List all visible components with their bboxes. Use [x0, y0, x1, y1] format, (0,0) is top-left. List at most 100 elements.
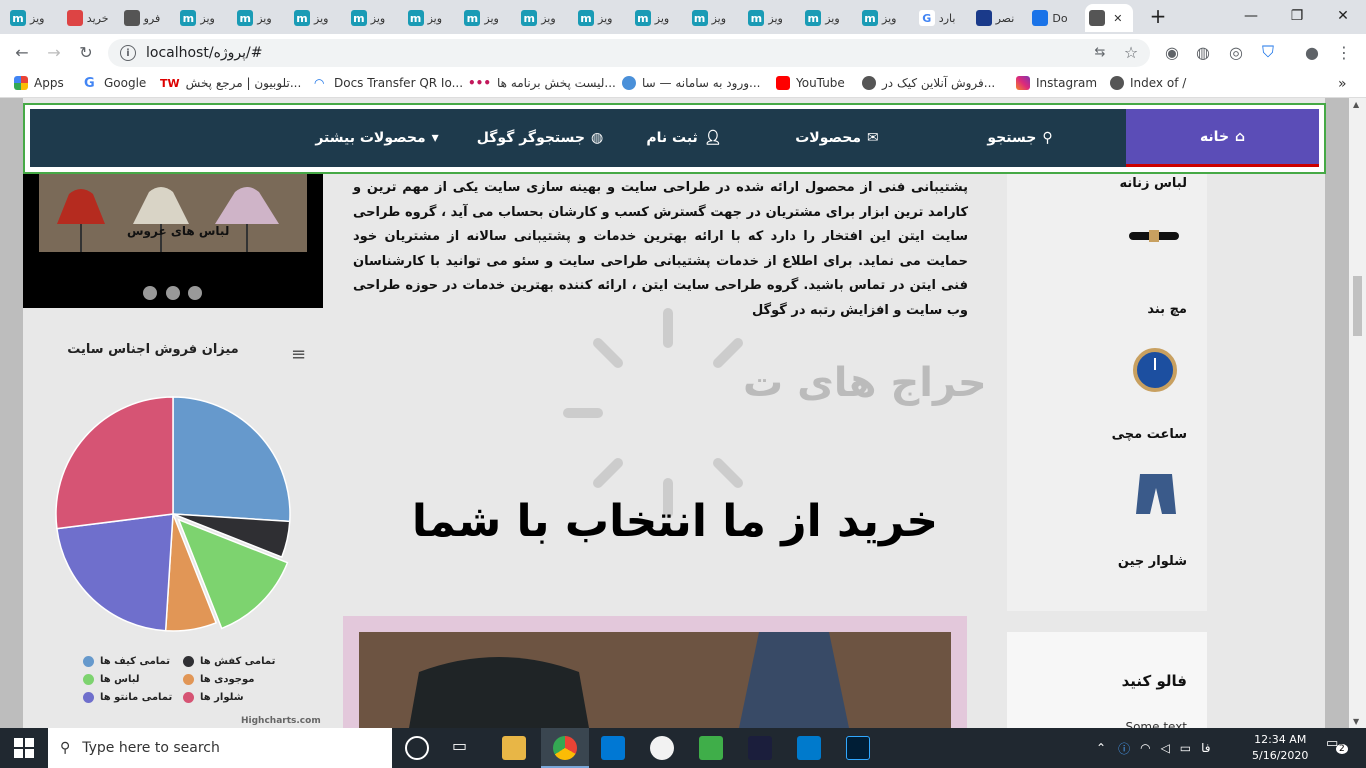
browser-tab[interactable]: m ویز: [517, 4, 571, 32]
nav-home[interactable]: خانه ⌂: [1126, 109, 1319, 167]
maximize-button[interactable]: ❐: [1274, 0, 1320, 32]
volume-icon[interactable]: ◁: [1161, 741, 1170, 755]
mail-icon[interactable]: [601, 736, 625, 760]
slider-dot-2[interactable]: [166, 286, 180, 300]
bookmark-google[interactable]: G Google: [84, 76, 146, 91]
bookmark-login[interactable]: ورود به سامانه — سا...: [622, 76, 761, 90]
bookmark-telewebion[interactable]: TW تلوبیون | مرجع پخش...: [160, 76, 301, 90]
browser-tab[interactable]: m ویز: [688, 4, 742, 32]
browser-tab[interactable]: m ویز: [176, 4, 230, 32]
reload-button[interactable]: ↻: [74, 40, 98, 64]
bookmark-index[interactable]: Index of /: [1110, 76, 1186, 90]
slider-dot-1[interactable]: [143, 286, 157, 300]
browser-tab[interactable]: m ویز: [574, 4, 628, 32]
bookmark-cake-shop[interactable]: فروش آنلاین کیک در...: [862, 76, 995, 90]
photoshop-icon[interactable]: [846, 736, 870, 760]
back-button[interactable]: ←: [10, 40, 34, 64]
nav-google-search[interactable]: جستجوگر گوگل ◍: [470, 109, 610, 167]
extension-icon[interactable]: ◉: [1160, 40, 1184, 64]
watch-image[interactable]: [1129, 344, 1181, 396]
shield-icon[interactable]: ⛉: [1256, 40, 1280, 64]
browser-tab[interactable]: m ویز: [801, 4, 855, 32]
wifi-icon[interactable]: ◠: [1140, 741, 1150, 755]
info-icon[interactable]: i: [120, 45, 136, 61]
legend-item[interactable]: موجودی ها: [183, 674, 279, 685]
scroll-up-icon[interactable]: ▲: [1353, 100, 1359, 109]
browser-tab[interactable]: خرید: [63, 4, 117, 32]
bookmark-apps[interactable]: Apps: [14, 76, 64, 90]
more-bookmarks-icon[interactable]: »: [1338, 76, 1347, 92]
notifications-icon[interactable]: ▭ 2: [1326, 736, 1350, 760]
slider-dot-3[interactable]: [188, 286, 202, 300]
category-wristband[interactable]: مچ بند: [1147, 302, 1187, 317]
browser-tab[interactable]: m ویز: [233, 4, 287, 32]
scroll-down-icon[interactable]: ▼: [1353, 717, 1359, 726]
globe-extension-icon[interactable]: ◍: [1191, 40, 1215, 64]
close-window-button[interactable]: ✕: [1320, 0, 1366, 32]
translate-icon[interactable]: ⇆: [1088, 40, 1112, 64]
nav-more-products[interactable]: محصولات بیشتر ▾: [312, 109, 442, 167]
task-view-icon[interactable]: ▭: [452, 736, 467, 755]
browser-tab[interactable]: m ویز: [631, 4, 685, 32]
nav-search[interactable]: جستجو ⚲: [960, 109, 1080, 167]
clock[interactable]: 12:34 AM 5/16/2020: [1252, 732, 1308, 764]
cortana-icon[interactable]: [405, 736, 429, 760]
scroll-thumb[interactable]: [1353, 276, 1362, 336]
browser-tab[interactable]: Do: [1028, 4, 1082, 32]
pie-slice[interactable]: [56, 513, 174, 632]
chart-menu-icon[interactable]: ≡: [291, 344, 306, 365]
legend-item[interactable]: تمامی مانتو ها: [83, 692, 179, 703]
browser-tab[interactable]: m ویز: [404, 4, 458, 32]
legend-item[interactable]: لباس ها: [83, 674, 179, 685]
file-explorer-icon[interactable]: [502, 736, 526, 760]
itunes-icon[interactable]: [650, 736, 674, 760]
browser-tab[interactable]: m ویز: [744, 4, 798, 32]
nav-register[interactable]: ثبت نام 👤︎: [634, 109, 734, 167]
browser-tab[interactable]: G بارد: [915, 4, 969, 32]
browser-tab[interactable]: فرو: [120, 4, 174, 32]
address-bar[interactable]: i localhost/پروژه/#: [108, 39, 1150, 67]
app-cube-icon[interactable]: [699, 736, 723, 760]
jeans-image[interactable]: [1132, 472, 1180, 516]
minimize-button[interactable]: —: [1228, 0, 1274, 32]
browser-tab[interactable]: m ویز: [290, 4, 344, 32]
image-slider[interactable]: لباس های عروس: [23, 174, 323, 308]
legend-item[interactable]: تمامی کفش ها: [183, 656, 279, 667]
battery-icon[interactable]: ▭: [1180, 741, 1191, 755]
category-wristwatch[interactable]: ساعت مچی: [1112, 427, 1187, 442]
nav-products[interactable]: محصولات ✉: [772, 109, 902, 167]
wristband-image[interactable]: [1129, 226, 1179, 246]
browser-tab[interactable]: m ویز: [347, 4, 401, 32]
new-tab-button[interactable]: +: [1142, 0, 1174, 32]
bookmark-docs-transfer[interactable]: ◠ Docs Transfer QR Io...: [314, 76, 463, 90]
featured-product[interactable]: [343, 616, 967, 728]
tray-chevron-icon[interactable]: ⌃: [1096, 741, 1106, 755]
menu-icon[interactable]: ⋮: [1332, 40, 1356, 64]
info-tray-icon[interactable]: ⓘ: [1118, 740, 1130, 757]
sync-extension-icon[interactable]: ◎: [1224, 40, 1248, 64]
browser-tab[interactable]: m ویز: [460, 4, 514, 32]
legend-item[interactable]: تمامی کیف ها: [83, 656, 179, 667]
browser-tab[interactable]: نصر: [972, 4, 1026, 32]
chrome-taskbar-item[interactable]: [541, 728, 589, 768]
pie-slice[interactable]: [55, 396, 174, 530]
close-tab-icon[interactable]: ✕: [1113, 12, 1122, 25]
category-womens-clothing[interactable]: لباس زنانه: [1119, 176, 1187, 191]
forward-button[interactable]: →: [42, 40, 66, 64]
phpstorm-icon[interactable]: [748, 736, 772, 760]
bookmark-youtube[interactable]: YouTube: [776, 76, 845, 90]
language-indicator[interactable]: فا: [1201, 741, 1210, 755]
taskbar-search[interactable]: ⚲ Type here to search: [48, 728, 392, 768]
windows-start-icon[interactable]: [14, 738, 34, 758]
legend-item[interactable]: شلوار ها: [183, 692, 279, 703]
browser-tab[interactable]: ✕: [1085, 4, 1134, 32]
browser-tab[interactable]: m ویز: [858, 4, 912, 32]
bookmark-playlist[interactable]: ••• لیست پخش برنامه ها...: [468, 76, 616, 90]
bookmark-star-icon[interactable]: ☆: [1119, 40, 1143, 64]
page-scrollbar[interactable]: ▲ ▼: [1349, 98, 1366, 728]
profile-icon[interactable]: ●: [1300, 40, 1324, 64]
chart-credit[interactable]: Highcharts.com: [241, 716, 321, 726]
category-jeans[interactable]: شلوار جین: [1118, 554, 1187, 569]
bookmark-instagram[interactable]: Instagram: [1016, 76, 1097, 90]
vscode-icon[interactable]: [797, 736, 821, 760]
